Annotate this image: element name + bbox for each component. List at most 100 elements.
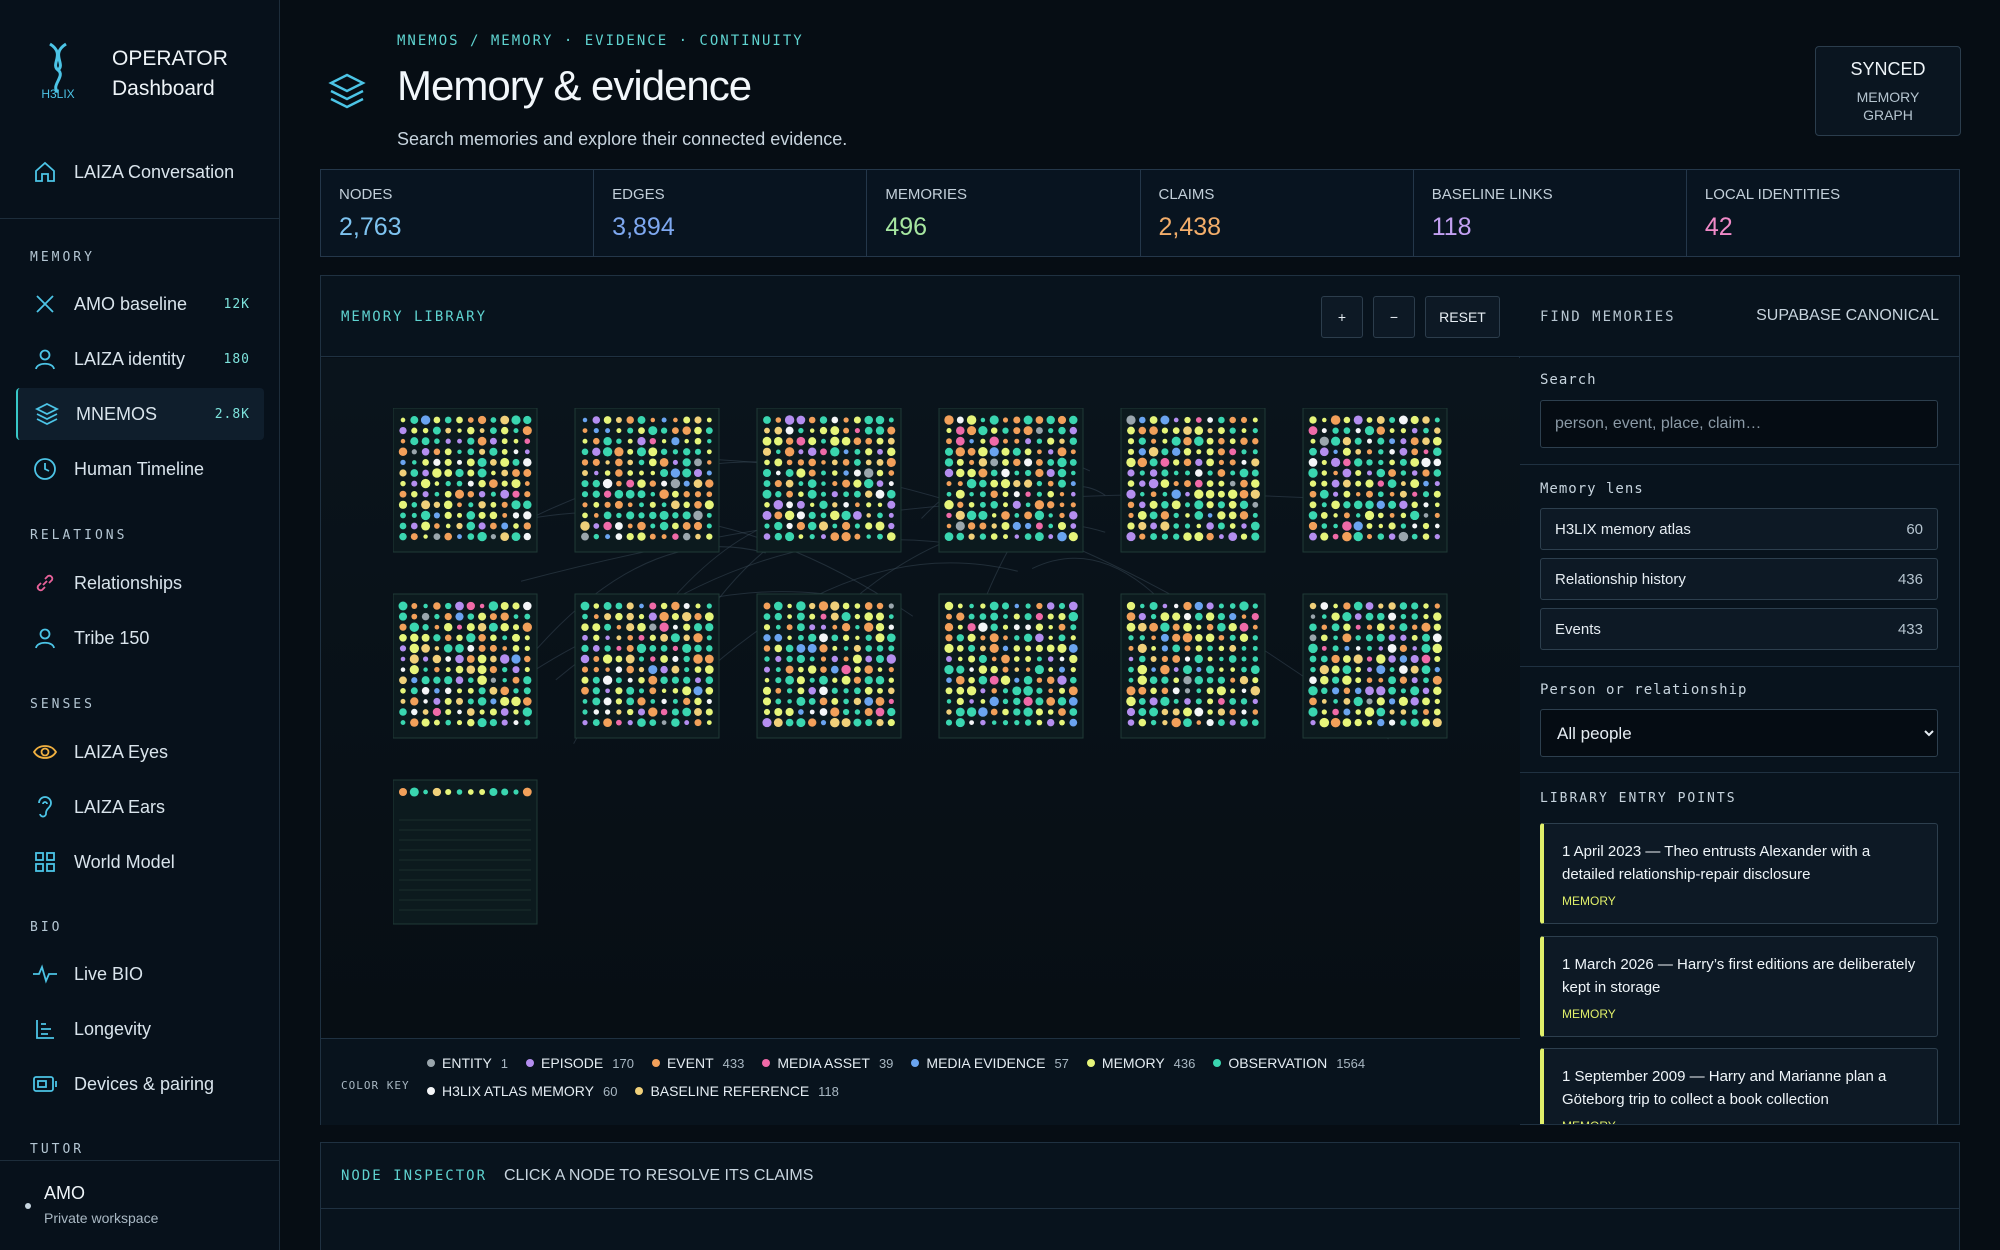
memory-node[interactable] [762,697,772,706]
memory-node[interactable] [1432,436,1442,446]
memory-node[interactable] [1399,447,1408,456]
memory-node[interactable] [1331,623,1340,632]
memory-node[interactable] [864,415,873,425]
memory-node[interactable] [1160,622,1170,632]
memory-node[interactable] [1355,677,1362,684]
memory-node[interactable] [1241,688,1247,694]
memory-node[interactable] [1229,644,1237,652]
memory-node[interactable] [479,603,485,609]
memory-node[interactable] [1036,687,1043,694]
memory-node[interactable] [466,665,476,674]
memory-node[interactable] [798,709,804,715]
memory-node[interactable] [821,438,826,444]
memory-node[interactable] [773,601,783,611]
memory-node[interactable] [1422,522,1430,530]
memory-node[interactable] [626,686,635,695]
memory-node[interactable] [1309,623,1317,631]
memory-node[interactable] [1126,489,1136,499]
memory-node[interactable] [1400,427,1407,434]
memory-node[interactable] [694,612,702,621]
memory-node[interactable] [489,522,497,530]
memory-node[interactable] [1330,415,1341,425]
memory-node[interactable] [421,521,431,531]
memory-node[interactable] [1342,633,1352,643]
memory-node[interactable] [854,666,861,673]
memory-node[interactable] [831,491,838,498]
memory-node[interactable] [1229,719,1236,726]
memory-node[interactable] [774,633,783,642]
memory-node[interactable] [1433,686,1442,696]
memory-node[interactable] [400,459,406,466]
memory-node[interactable] [946,428,952,434]
memory-node[interactable] [1183,622,1192,632]
memory-node[interactable] [1127,480,1135,487]
memory-node[interactable] [582,634,588,641]
memory-node[interactable] [1423,480,1429,487]
memory-node[interactable] [1366,656,1373,662]
memory-node[interactable] [955,707,965,717]
memory-node[interactable] [490,677,497,683]
memory-node[interactable] [671,613,679,621]
memory-node[interactable] [444,448,452,456]
memory-node[interactable] [1217,708,1226,716]
memory-node[interactable] [888,677,894,683]
memory-node[interactable] [660,633,669,642]
memory-node[interactable] [1014,667,1020,672]
memory-node[interactable] [1321,698,1327,704]
memory-node[interactable] [603,602,612,610]
memory-node[interactable] [775,655,782,663]
memory-node[interactable] [1024,719,1032,726]
memory-node[interactable] [1308,458,1318,467]
memory-node[interactable] [807,521,817,531]
memory-node[interactable] [1309,416,1317,424]
memory-node[interactable] [616,635,622,641]
memory-node[interactable] [661,417,667,423]
memory-node[interactable] [1432,718,1442,728]
memory-node[interactable] [479,709,485,715]
memory-node[interactable] [626,697,635,706]
memory-node[interactable] [944,623,954,632]
memory-node[interactable] [1309,676,1317,685]
memory-node[interactable] [422,656,429,662]
memory-node[interactable] [831,687,838,694]
memory-node[interactable] [512,458,520,466]
memory-node[interactable] [875,623,885,632]
memory-node[interactable] [466,458,475,467]
memory-node[interactable] [682,458,691,467]
memory-node[interactable] [1069,654,1078,664]
memory-node[interactable] [969,699,974,704]
memory-node[interactable] [400,656,406,662]
memory-node[interactable] [524,481,530,487]
memory-node[interactable] [694,708,702,716]
memory-node[interactable] [1196,688,1202,694]
memory-node[interactable] [1433,490,1441,498]
memory-node[interactable] [1321,523,1328,529]
memory-node[interactable] [819,426,828,435]
memory-node[interactable] [787,635,792,641]
memory-node[interactable] [444,490,452,498]
memory-node[interactable] [875,707,885,717]
memory-node[interactable] [990,427,998,434]
memory-node[interactable] [809,656,815,662]
memory-node[interactable] [1376,468,1386,478]
memory-node[interactable] [1058,623,1066,631]
memory-node[interactable] [581,623,589,631]
memory-node[interactable] [636,447,647,457]
memory-node[interactable] [594,470,599,476]
memory-node[interactable] [433,602,441,610]
memory-node[interactable] [626,665,634,674]
nav-human-timeline[interactable]: Human Timeline [16,443,264,495]
memory-node[interactable] [1366,417,1373,423]
memory-node[interactable] [705,686,714,695]
memory-node[interactable] [513,438,519,444]
memory-node[interactable] [1331,665,1340,674]
memory-node[interactable] [1240,698,1248,705]
memory-node[interactable] [1139,480,1146,487]
memory-node[interactable] [500,415,510,425]
memory-node[interactable] [1182,633,1193,643]
memory-node[interactable] [432,468,442,478]
memory-node[interactable] [980,603,986,609]
memory-node[interactable] [443,500,453,510]
memory-node[interactable] [593,656,600,662]
memory-node[interactable] [513,709,519,715]
